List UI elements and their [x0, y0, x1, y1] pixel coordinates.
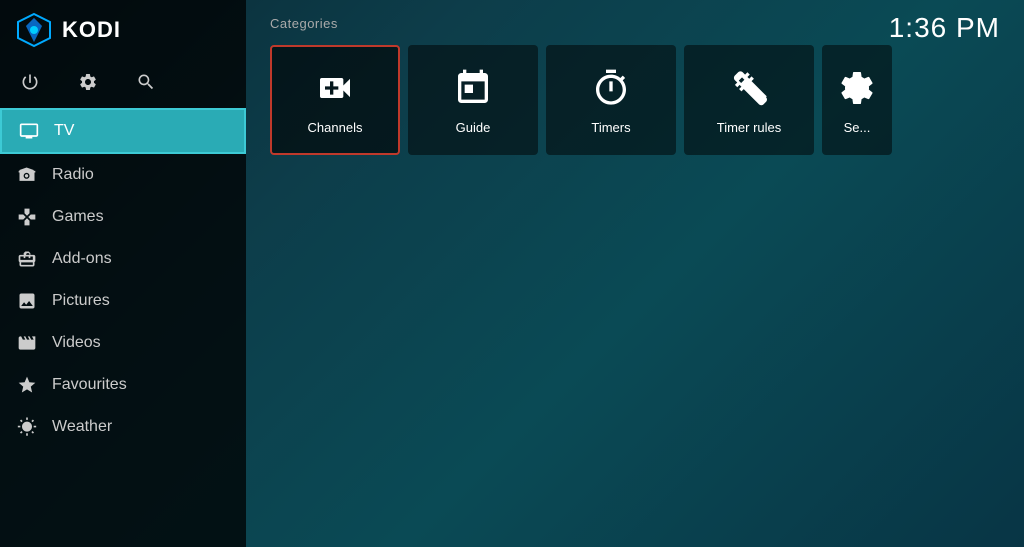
category-card-timer-rules[interactable]: Timer rules	[684, 45, 814, 155]
main-content: Categories Channels Guide	[246, 0, 1024, 547]
sidebar-item-videos[interactable]: Videos	[0, 322, 246, 364]
addons-icon	[16, 248, 38, 270]
sidebar-item-addons-label: Add-ons	[52, 250, 112, 268]
sidebar-item-radio[interactable]: Radio	[0, 154, 246, 196]
tv-icon	[18, 120, 40, 142]
sidebar-item-weather-label: Weather	[52, 418, 112, 436]
sidebar-item-tv[interactable]: TV	[0, 108, 246, 154]
favourites-icon	[16, 374, 38, 396]
power-button[interactable]	[16, 68, 44, 96]
sidebar-item-pictures[interactable]: Pictures	[0, 280, 246, 322]
sidebar-item-pictures-label: Pictures	[52, 292, 110, 310]
category-card-channels[interactable]: Channels	[270, 45, 400, 155]
videos-icon	[16, 332, 38, 354]
sidebar-item-favourites-label: Favourites	[52, 376, 127, 394]
sidebar-item-tv-label: TV	[54, 122, 74, 140]
sidebar-item-weather[interactable]: Weather	[0, 406, 246, 448]
category-guide-label: Guide	[456, 120, 491, 135]
weather-icon	[16, 416, 38, 438]
search-category-icon	[835, 66, 879, 110]
category-card-search[interactable]: Se...	[822, 45, 892, 155]
sidebar-actions	[0, 60, 246, 108]
clock: 1:36 PM	[889, 12, 1000, 44]
sidebar-item-games[interactable]: Games	[0, 196, 246, 238]
sidebar-item-videos-label: Videos	[52, 334, 101, 352]
app-title: KODI	[62, 17, 121, 43]
timer-rules-icon	[727, 66, 771, 110]
channels-icon	[313, 66, 357, 110]
kodi-logo-icon	[16, 12, 52, 48]
sidebar-item-radio-label: Radio	[52, 166, 94, 184]
category-timer-rules-label: Timer rules	[717, 120, 782, 135]
sidebar-item-addons[interactable]: Add-ons	[0, 238, 246, 280]
guide-icon	[451, 66, 495, 110]
sidebar-item-favourites[interactable]: Favourites	[0, 364, 246, 406]
app-header: KODI	[0, 0, 246, 60]
timers-icon	[589, 66, 633, 110]
games-icon	[16, 206, 38, 228]
sidebar-item-games-label: Games	[52, 208, 104, 226]
search-button[interactable]	[132, 68, 160, 96]
radio-icon	[16, 164, 38, 186]
sidebar-nav: TV Radio Games	[0, 108, 246, 547]
category-card-guide[interactable]: Guide	[408, 45, 538, 155]
settings-button[interactable]	[74, 68, 102, 96]
categories-grid: Channels Guide Timers	[270, 45, 1000, 155]
pictures-icon	[16, 290, 38, 312]
category-search-label: Se...	[844, 120, 871, 135]
category-timers-label: Timers	[591, 120, 630, 135]
category-channels-label: Channels	[308, 120, 363, 135]
sidebar: KODI TV	[0, 0, 246, 547]
category-card-timers[interactable]: Timers	[546, 45, 676, 155]
